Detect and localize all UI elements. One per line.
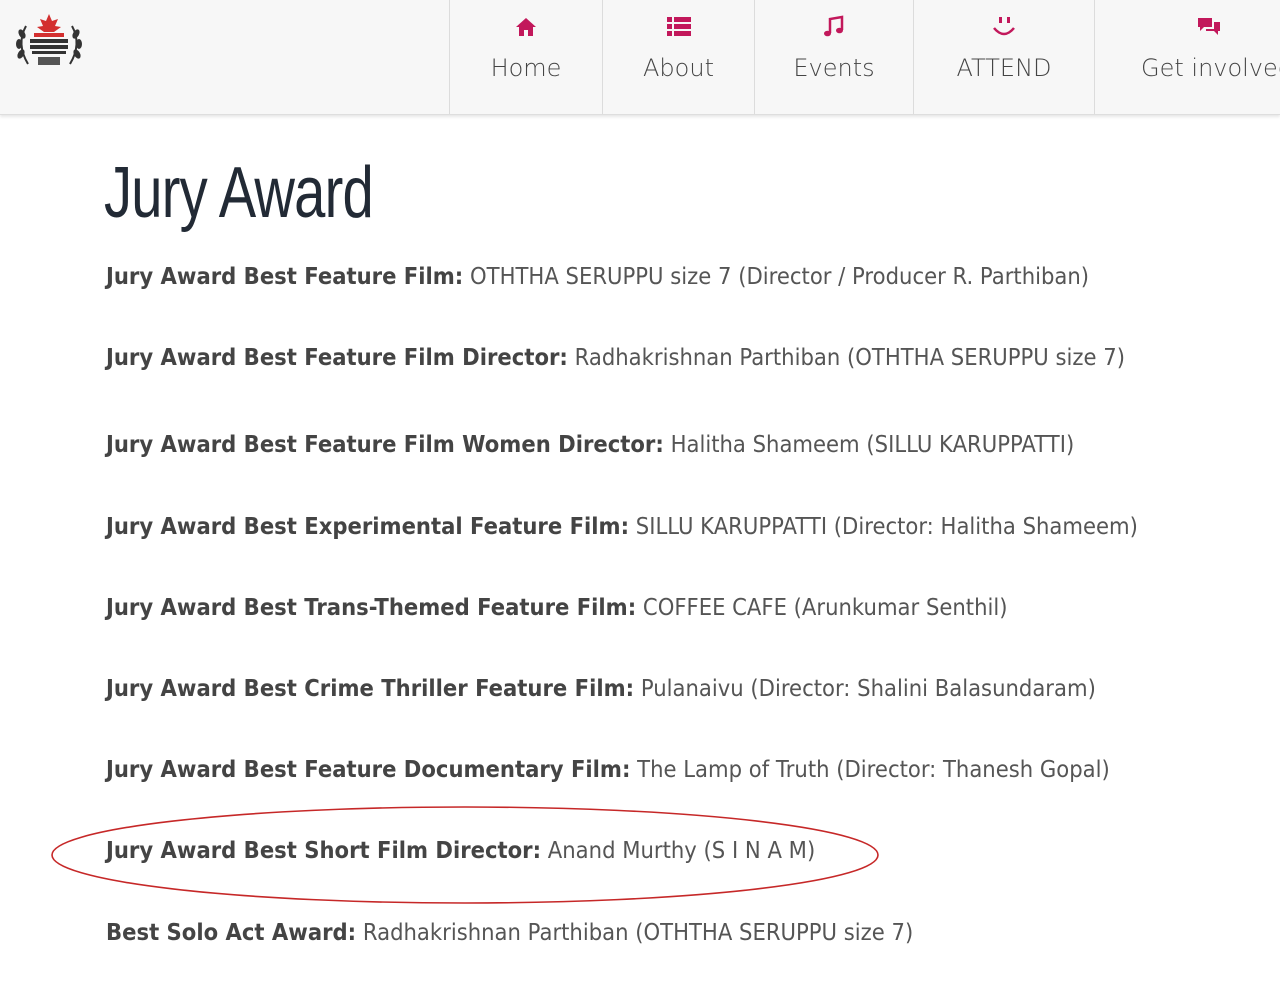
award-entry-highlighted: Jury Award Best Short Film Director: Ana… xyxy=(106,838,815,864)
award-winner: COFFEE CAFE (Arunkumar Senthil) xyxy=(642,595,1008,621)
festival-logo[interactable] xyxy=(14,12,84,74)
award-winner: Radhakrishnan Parthiban (OTHTHA SERUPPU … xyxy=(574,345,1126,371)
award-category: Jury Award Best Experimental Feature Fil… xyxy=(106,514,630,540)
award-category: Jury Award Best Feature Documentary Film… xyxy=(106,757,631,783)
nav-item-about[interactable]: About xyxy=(602,0,754,114)
nav-item-get-involved[interactable]: Get involved xyxy=(1094,0,1280,114)
award-entry: Jury Award Best Feature Film: OTHTHA SER… xyxy=(106,264,1089,290)
award-category: Jury Award Best Trans-Themed Feature Fil… xyxy=(106,595,637,621)
award-winner: Radhakrishnan Parthiban (OTHTHA SERUPPU … xyxy=(362,920,914,946)
award-category: Best Solo Act Award: xyxy=(106,920,357,946)
award-winner: The Lamp of Truth (Director: Thanesh Gop… xyxy=(637,757,1110,783)
main-menu: Home About Events ATTEND Get involved xyxy=(449,0,1280,114)
award-winner: SILLU KARUPPATTI (Director: Halitha Sham… xyxy=(635,514,1138,540)
award-entry: Jury Award Best Feature Film Director: R… xyxy=(106,345,1125,371)
award-category: Jury Award Best Feature Film Women Direc… xyxy=(106,432,664,458)
smile-icon xyxy=(993,17,1015,36)
award-entry: Jury Award Best Feature Film Women Direc… xyxy=(106,432,1074,458)
list-icon xyxy=(666,17,691,36)
award-entry: Jury Award Best Experimental Feature Fil… xyxy=(106,514,1138,540)
nav-item-label: Get involved xyxy=(1141,54,1280,82)
award-category: Jury Award Best Crime Thriller Feature F… xyxy=(106,676,635,702)
home-icon xyxy=(516,18,536,36)
award-category: Jury Award Best Short Film Director: xyxy=(106,838,542,864)
chat-bubbles-icon xyxy=(1198,18,1220,35)
nav-item-events[interactable]: Events xyxy=(754,0,913,114)
award-winner: OTHTHA SERUPPU size 7 (Director / Produc… xyxy=(470,264,1090,290)
award-entry: Jury Award Best Feature Documentary Film… xyxy=(106,757,1110,783)
nav-item-label: Events xyxy=(793,54,875,82)
award-winner: Halitha Shameem (SILLU KARUPPATTI) xyxy=(670,432,1075,458)
award-category: Jury Award Best Feature Film Director: xyxy=(106,345,568,371)
award-entry: Best Solo Act Award: Radhakrishnan Parth… xyxy=(106,920,913,946)
award-entry: Jury Award Best Crime Thriller Feature F… xyxy=(106,676,1096,702)
award-entry: Jury Award Best Trans-Themed Feature Fil… xyxy=(106,595,1008,621)
page-title: Jury Award xyxy=(104,153,374,233)
award-winner: Pulanaivu (Director: Shalini Balasundara… xyxy=(640,676,1096,702)
top-navigation-bar: Home About Events ATTEND Get involved xyxy=(0,0,1280,115)
nav-item-label: Home xyxy=(490,54,562,82)
nav-item-label: About xyxy=(643,54,714,82)
nav-item-home[interactable]: Home xyxy=(449,0,602,114)
award-category: Jury Award Best Feature Film: xyxy=(106,264,464,290)
award-winner: Anand Murthy (S I N A M) xyxy=(547,838,816,864)
nav-item-attend[interactable]: ATTEND xyxy=(913,0,1094,114)
music-note-icon xyxy=(824,15,844,37)
nav-item-label: ATTEND xyxy=(956,54,1052,82)
